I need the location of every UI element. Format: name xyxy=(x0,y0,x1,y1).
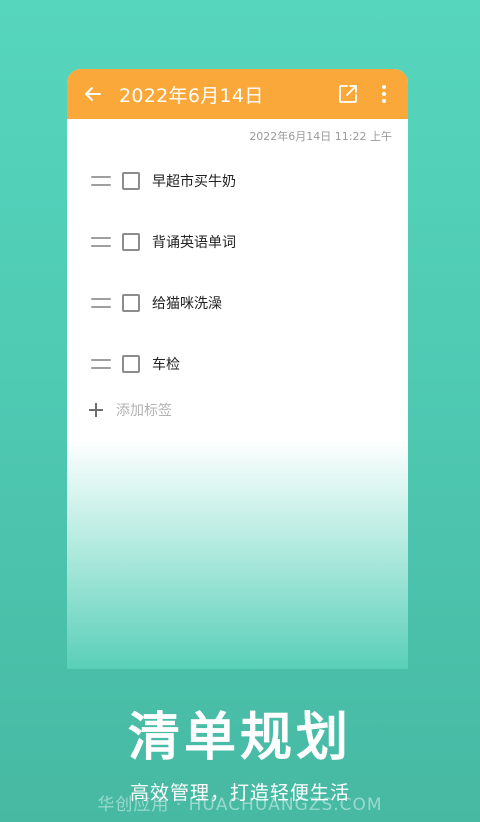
checklist-item: 给猫咪洗澡 xyxy=(67,272,408,333)
item-label[interactable]: 车检 xyxy=(152,354,180,374)
item-label[interactable]: 早超市买牛奶 xyxy=(152,171,236,191)
item-checkbox[interactable] xyxy=(122,293,140,312)
drag-handle-icon[interactable] xyxy=(91,236,111,247)
checklist-item: 早超市买牛奶 xyxy=(67,150,408,211)
watermark: 华创应用 · HUACHUANGZS.COM xyxy=(97,795,383,815)
item-checkbox[interactable] xyxy=(122,232,140,251)
fade-overlay xyxy=(67,439,408,669)
plus-icon xyxy=(89,403,103,417)
drag-handle-icon[interactable] xyxy=(91,358,111,369)
share-export-icon xyxy=(339,85,357,103)
drag-handle-icon[interactable] xyxy=(91,297,111,308)
item-label[interactable]: 给猫咪洗澡 xyxy=(152,293,222,313)
top-actions xyxy=(330,69,402,119)
item-checkbox[interactable] xyxy=(122,171,140,190)
note-timestamp: 2022年6月14日 11:22 上午 xyxy=(249,130,392,143)
share-button[interactable] xyxy=(330,69,366,119)
note-title: 2022年6月14日 xyxy=(119,84,264,107)
more-vertical-icon xyxy=(382,85,386,103)
checklist: 早超市买牛奶 背诵英语单词 给猫咪洗澡 车检 xyxy=(67,150,408,394)
promo-headline: 清单规划 xyxy=(127,708,352,768)
checklist-item: 车检 xyxy=(67,333,408,394)
note-card: 2022年6月14日 2022年6月14日 11:22 上午 早超市买牛奶 背诵… xyxy=(67,69,408,669)
arrow-left-icon xyxy=(85,87,101,101)
add-tag-button[interactable]: 添加标签 xyxy=(67,390,408,430)
checklist-item: 背诵英语单词 xyxy=(67,211,408,272)
add-tag-label: 添加标签 xyxy=(116,403,172,419)
more-options-button[interactable] xyxy=(366,69,402,119)
back-button[interactable] xyxy=(73,69,113,119)
item-checkbox[interactable] xyxy=(122,354,140,373)
drag-handle-icon[interactable] xyxy=(91,175,111,186)
item-label[interactable]: 背诵英语单词 xyxy=(152,232,236,252)
top-app-bar: 2022年6月14日 xyxy=(67,69,408,119)
